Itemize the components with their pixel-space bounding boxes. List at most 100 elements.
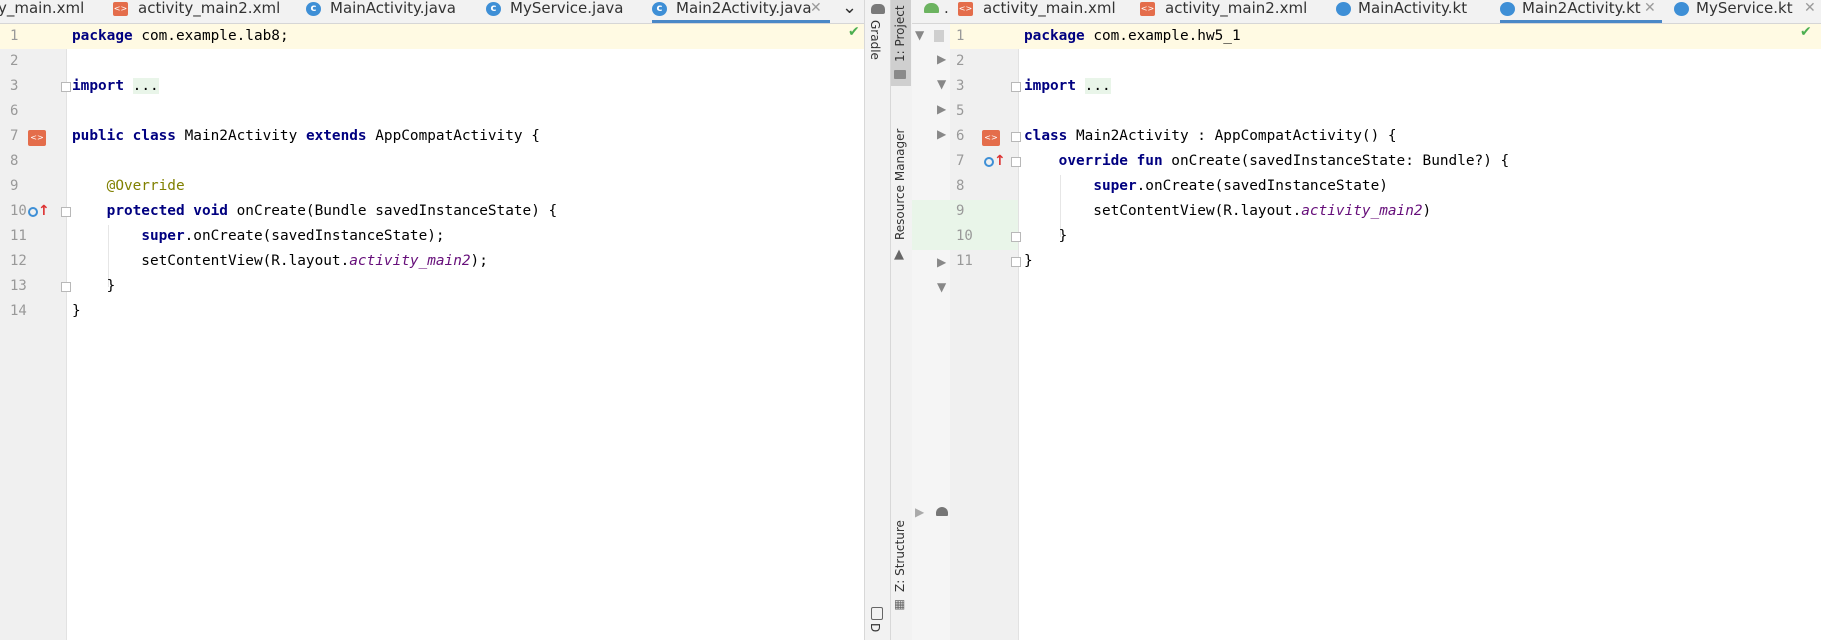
- code-line: 8: [0, 149, 864, 174]
- tab-label: MainActivity.kt: [1358, 0, 1468, 17]
- line-number: 13: [10, 278, 27, 294]
- line-number: 8: [10, 153, 19, 169]
- line-text: }: [72, 303, 81, 319]
- line-number: 2: [956, 53, 965, 69]
- class-implements-icon[interactable]: <>: [28, 130, 46, 146]
- kotlin-class-icon: [1336, 2, 1351, 16]
- tab-mainactivity-java[interactable]: c MainActivity.java: [306, 0, 466, 23]
- tab-label: Main2Activity.kt: [1522, 0, 1641, 17]
- code-line: 6: [0, 99, 864, 124]
- tab-myservice-java[interactable]: c MyService.java: [486, 0, 626, 23]
- tab-main2activity-kt[interactable]: Main2Activity.kt ✕: [1500, 0, 1662, 23]
- xml-file-icon: <>: [113, 2, 128, 16]
- expand-arrow-icon[interactable]: ▼: [937, 77, 946, 91]
- gradle-tool-button[interactable]: Gradle: [868, 20, 882, 60]
- fold-marker[interactable]: [61, 82, 71, 92]
- line-number: 10: [956, 228, 973, 244]
- shapes-icon: ▲: [894, 247, 904, 262]
- tab-label: MyService.java: [510, 0, 624, 17]
- fold-marker[interactable]: [1011, 132, 1021, 142]
- close-icon[interactable]: ✕: [810, 0, 822, 17]
- left-code-area[interactable]: 1 package com.example.lab8; 2 3 import ...…: [0, 24, 864, 640]
- line-number: 5: [956, 103, 965, 119]
- code-line: 9 @Override: [0, 174, 864, 199]
- project-tool-button[interactable]: 1: Project: [893, 5, 907, 62]
- xml-file-icon: <>: [1140, 2, 1155, 16]
- override-method-icon[interactable]: [984, 157, 994, 167]
- line-number: 10: [10, 203, 27, 219]
- collapse-arrow-icon[interactable]: ▶: [915, 505, 924, 519]
- line-text: protected void onCreate(Bundle savedInst…: [106, 203, 558, 219]
- right-editor-tabbar: . <> activity_main.xml <> activity_main2…: [912, 0, 1821, 24]
- tab-label: activity_main2.xml: [138, 0, 281, 17]
- tab-label: Main2Activity.java: [676, 0, 812, 17]
- expand-arrow-icon[interactable]: ▼: [937, 280, 946, 294]
- resource-manager-tool-button[interactable]: Resource Manager: [893, 129, 907, 240]
- line-number: 3: [956, 78, 965, 94]
- code-line: 1 package com.example.lab8;: [0, 24, 864, 49]
- line-text: super.onCreate(savedInstanceState);: [141, 228, 445, 244]
- close-icon[interactable]: ✕: [1804, 0, 1816, 17]
- code-line: 10 protected void onCreate(Bundle savedI…: [0, 199, 864, 224]
- code-line: 3 import ...: [0, 74, 864, 99]
- code-line: 1 package com.example.hw5_1: [950, 24, 1821, 49]
- elephant-icon: [871, 4, 885, 14]
- tab-myservice-kt[interactable]: MyService.kt ✕: [1674, 0, 1821, 23]
- line-text: }: [1024, 253, 1033, 269]
- line-text: public class Main2Activity extends AppCo…: [72, 128, 540, 144]
- chevron-down-icon[interactable]: ⌄: [842, 0, 857, 18]
- collapse-arrow-icon[interactable]: ▶: [937, 102, 946, 116]
- fold-marker[interactable]: [61, 282, 71, 292]
- structure-tool-button[interactable]: Z: Structure: [893, 520, 907, 592]
- fold-marker[interactable]: [1011, 157, 1021, 167]
- line-text: import ...: [1024, 78, 1111, 94]
- line-number: 8: [956, 178, 965, 194]
- line-text: super.onCreate(savedInstanceState): [1093, 178, 1388, 194]
- tab-label: activity_main2.xml: [1165, 0, 1308, 17]
- device-tool-button[interactable]: D: [868, 623, 882, 632]
- line-number: 9: [10, 178, 19, 194]
- project-panel: [912, 0, 951, 640]
- tab-activity-main2-xml[interactable]: <> activity_main2.xml: [1140, 0, 1315, 23]
- collapse-arrow-icon[interactable]: ▶: [937, 255, 946, 269]
- fold-marker[interactable]: [61, 207, 71, 217]
- tab-activity-main-xml[interactable]: <> activity_main.xml: [958, 0, 1118, 23]
- tab-activity-main2-xml[interactable]: <> activity_main2.xml: [113, 0, 288, 23]
- collapse-arrow-icon[interactable]: ▶: [937, 127, 946, 141]
- arrow-up-icon: ↑: [38, 203, 50, 219]
- class-implements-icon[interactable]: <>: [982, 130, 1000, 146]
- check-icon: ✔: [1800, 24, 1812, 40]
- code-line: 3 import ...: [950, 74, 1821, 99]
- fold-marker[interactable]: [1011, 257, 1021, 267]
- file-icon: [934, 30, 944, 42]
- tab-main2activity-java[interactable]: c Main2Activity.java ✕: [652, 0, 830, 23]
- tab-mainactivity-kt[interactable]: MainActivity.kt: [1336, 0, 1476, 23]
- code-line: 7 override fun onCreate(savedInstanceSta…: [950, 149, 1821, 174]
- tab-label: .: [944, 0, 949, 17]
- tab-y-main-xml[interactable]: y_main.xml: [0, 0, 108, 23]
- arrow-up-icon: ↑: [994, 153, 1006, 169]
- fold-marker[interactable]: [1011, 82, 1021, 92]
- expand-arrow-icon[interactable]: ▼: [915, 28, 924, 42]
- line-text: package com.example.hw5_1: [1024, 28, 1241, 44]
- fold-marker[interactable]: [1011, 232, 1021, 242]
- close-icon[interactable]: ✕: [1644, 0, 1656, 17]
- code-line: 2: [950, 49, 1821, 74]
- right-code-area[interactable]: 1 package com.example.hw5_1 2 3 import ...…: [950, 24, 1821, 640]
- kotlin-class-icon: [1674, 2, 1689, 16]
- code-line: 6 class Main2Activity : AppCompatActivity…: [950, 124, 1821, 149]
- line-number: 2: [10, 53, 19, 69]
- java-class-icon: c: [486, 2, 501, 16]
- override-method-icon[interactable]: [28, 207, 38, 217]
- line-number: 6: [10, 103, 19, 119]
- kotlin-class-icon: [1500, 2, 1515, 16]
- code-line: 2: [0, 49, 864, 74]
- java-class-icon: c: [652, 2, 667, 16]
- folder-icon: [894, 70, 906, 79]
- line-number: 11: [956, 253, 973, 269]
- tab-label: y_main.xml: [0, 0, 85, 17]
- line-number: 12: [10, 253, 27, 269]
- line-number: 6: [956, 128, 965, 144]
- line-text: package com.example.lab8;: [72, 28, 289, 44]
- collapse-arrow-icon[interactable]: ▶: [937, 52, 946, 66]
